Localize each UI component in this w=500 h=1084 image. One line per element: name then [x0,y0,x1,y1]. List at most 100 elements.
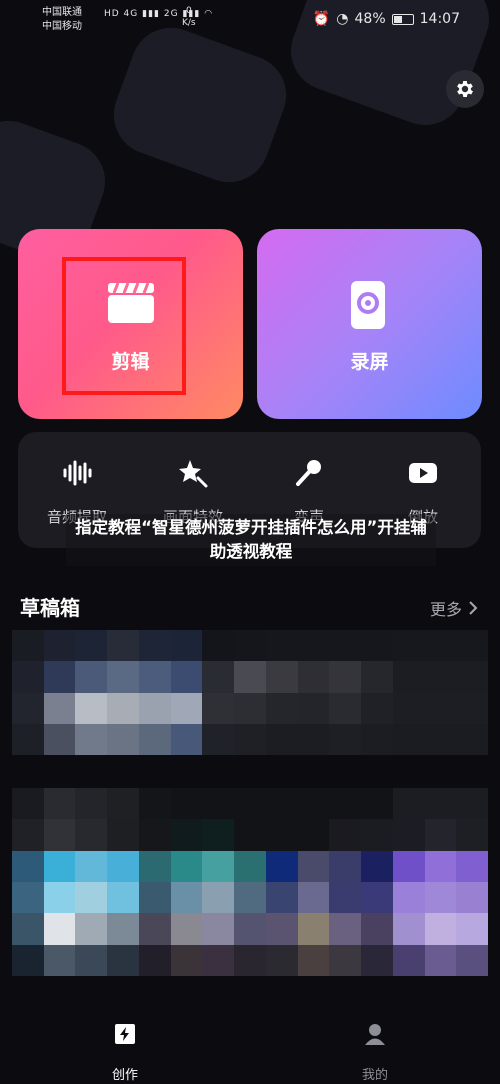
thumbnail-pixel [297,850,330,882]
audio-wave-icon [63,460,92,486]
thumbnail-pixel [234,913,266,945]
thumbnail-pixel [297,723,330,755]
thumbnail-pixel [202,819,235,851]
thumbnail-pixel [107,913,139,945]
thumbnail-pixel [392,630,425,662]
thumbnail-pixel [75,788,108,820]
thumbnail-pixel [43,661,76,693]
thumbnail-pixel [265,788,298,820]
thumbnail-pixel [12,913,44,945]
screen-record-card[interactable]: 录屏 [257,229,482,419]
thumbnail-pixel [329,819,362,851]
settings-button[interactable] [446,70,484,108]
thumbnail-pixel [138,944,171,976]
thumbnail-pixel [12,723,44,755]
thumbnail-pixel [265,850,298,882]
thumbnail-pixel [361,630,393,662]
thumbnail-pixel [456,913,488,945]
thumbnail-pixel [392,944,425,976]
network-1: HD 4G [104,9,139,19]
thumbnail-pixel [75,723,108,755]
thumbnail-pixel [329,788,362,820]
thumbnail-pixel [329,661,362,693]
thumbnail-pixel [107,819,139,851]
nav-create[interactable]: 创作 [75,1014,175,1084]
thumbnail-pixel [456,692,488,724]
thumbnail-pixel [170,692,203,724]
thumbnail-pixel [392,723,425,755]
thumbnail-pixel [234,723,266,755]
thumbnail-pixel [456,819,488,851]
thumbnail-pixel [361,788,393,820]
thumbnail-pixel [43,692,76,724]
thumbnail-pixel [202,661,235,693]
thumbnail-pixel [75,819,108,851]
thumbnail-pixel [265,944,298,976]
thumbnail-pixel [361,850,393,882]
thumbnail-pixel [329,723,362,755]
thumbnail-pixel [392,850,425,882]
wifi-icon: ◠ [204,9,214,19]
thumbnail-pixel [265,630,298,662]
thumbnail-pixel [234,661,266,693]
more-link[interactable]: 更多 [430,596,478,620]
thumbnail-pixel [202,692,235,724]
thumbnail-pixel [170,630,203,662]
nav-mine-label: 我的 [361,1068,388,1083]
thumbnail-pixel [75,661,108,693]
thumbnail-pixel [12,692,44,724]
thumbnail-pixel [424,850,457,882]
thumbnail-pixel [170,913,203,945]
thumbnail-pixel [234,882,266,914]
thumbnail-pixel [234,819,266,851]
overlay-title: 指定教程“智星德州菠萝开挂插件怎么用”开挂辅助透视教程 [66,514,436,566]
network-speed: 0 K/s [182,5,196,29]
carrier-info: 中国联通 中国移动 [42,6,82,34]
thumbnail-pixel [170,788,203,820]
thumbnail-pixel [234,850,266,882]
thumbnail-pixel [170,723,203,755]
thumbnail-pixel [424,913,457,945]
thumbnail-pixel [265,692,298,724]
thumbnail-pixel [138,850,171,882]
thumbnail-pixel [361,882,393,914]
thumbnail-pixel [43,819,76,851]
thumbnail-pixel [12,944,44,976]
gear-icon [457,81,473,97]
thumbnail-pixel [456,882,488,914]
thumbnail-pixel [361,723,393,755]
speed-value: 0 [185,6,192,16]
signal-bars-icon: ▮▮▮ [142,9,160,19]
thumbnail-pixel [329,913,362,945]
thumbnail-pixel [456,661,488,693]
thumbnail-pixel [424,692,457,724]
thumbnail-pixel [265,913,298,945]
thumbnail-pixel [43,882,76,914]
thumbnail-pixel [265,819,298,851]
thumbnail-pixel [392,788,425,820]
thumbnail-pixel [107,882,139,914]
thumbnail-pixel [138,661,171,693]
thumbnail-pixel [329,944,362,976]
thumbnail-pixel [43,850,76,882]
thumbnail-pixel [75,882,108,914]
microphone-icon [296,460,321,486]
thumbnail-pixel [329,692,362,724]
thumbnail-pixel [392,882,425,914]
thumbnail-pixel [424,882,457,914]
thumbnail-pixel [234,944,266,976]
carrier-1: 中国联通 [42,7,82,18]
thumbnail-pixel [107,850,139,882]
draft-thumbnail[interactable] [12,788,488,976]
thumbnail-pixel [107,723,139,755]
alarm-icon: ⏰ [312,11,331,27]
draft-thumbnail[interactable] [12,630,488,755]
nav-mine[interactable]: 我的 [325,1014,425,1084]
thumbnail-pixel [107,692,139,724]
thumbnail-pixel [456,944,488,976]
thumbnail-pixel [202,913,235,945]
thumbnail-pixel [107,944,139,976]
thumbnail-pixel [138,913,171,945]
signal-indicator: HD 4G ▮▮▮ 2G ▮▮▮ ◠ [104,9,213,19]
thumbnail-pixel [202,850,235,882]
